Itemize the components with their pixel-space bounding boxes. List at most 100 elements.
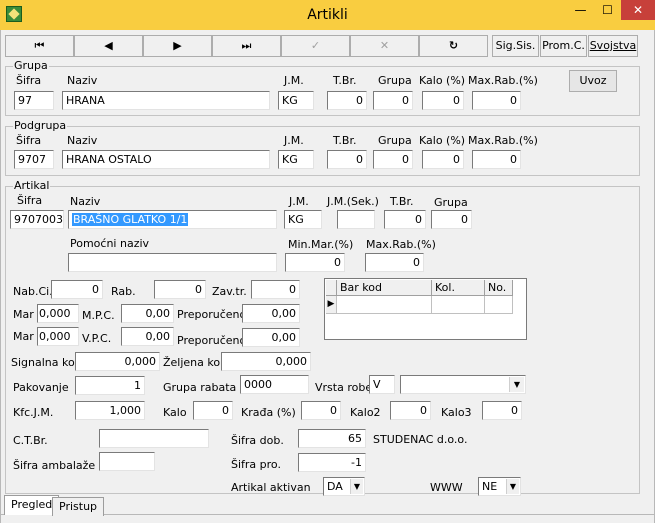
grupa-maxrab-label: Max.Rab.(%) xyxy=(468,74,538,87)
ctbr-field[interactable] xyxy=(99,429,209,448)
chevron-down-icon[interactable]: ▼ xyxy=(509,377,524,392)
grid-row-indicator: ▶ xyxy=(326,296,337,314)
tab-pristup[interactable]: Pristup xyxy=(52,497,105,516)
krada-field[interactable]: 0 xyxy=(301,401,341,420)
vrsta-robe-dropdown[interactable]: ▼ xyxy=(400,375,526,394)
maximize-button[interactable]: ☐ xyxy=(594,0,621,20)
kalo-field[interactable]: 0 xyxy=(193,401,233,420)
pomocni-naziv-field[interactable] xyxy=(68,253,277,272)
barcode-grid[interactable]: Bar kod Kol. No. ▶ xyxy=(324,278,527,340)
chevron-down-icon[interactable]: ▼ xyxy=(350,479,363,494)
confirm-button[interactable]: ✓ xyxy=(281,35,350,57)
svojstva-button[interactable]: Svojstva xyxy=(588,35,638,57)
artikal-jm-field[interactable]: KG xyxy=(284,210,322,229)
nab-ci-field[interactable]: 0 xyxy=(51,280,103,299)
zav-tr-field[interactable]: 0 xyxy=(251,280,300,299)
podgrupa-kalo-label: Kalo (%) xyxy=(419,134,466,147)
last-icon: ⏭ xyxy=(241,39,252,52)
grid-cell-no[interactable] xyxy=(485,296,513,314)
first-record-button[interactable]: ⏮ xyxy=(5,35,74,57)
grid-header-bar-kod[interactable]: Bar kod xyxy=(337,280,432,296)
vrsta-robe-label: Vrsta robe xyxy=(315,381,373,394)
grid-cell-bar-kod[interactable] xyxy=(337,296,432,314)
preporuceno2-field[interactable]: 0,00 xyxy=(242,328,300,347)
podgrupa-sifra-label: Šifra xyxy=(16,134,42,147)
kalo3-field[interactable]: 0 xyxy=(482,401,522,420)
previous-record-button[interactable]: ◀ xyxy=(74,35,143,57)
artikal-jm-label: J.M. xyxy=(289,195,309,208)
podgrupa-tbr-label: T.Br. xyxy=(333,134,357,147)
sifra-ambalaze-label: Šifra ambalaže xyxy=(13,459,96,472)
grupa-maxrab-field[interactable]: 0 xyxy=(472,91,521,110)
mar2-field[interactable]: 0,000 xyxy=(37,327,79,346)
first-icon: ⏮ xyxy=(34,39,45,52)
preporuceno1-field[interactable]: 0,00 xyxy=(242,304,300,323)
rab-field[interactable]: 0 xyxy=(154,280,206,299)
zeljena-kol-field[interactable]: 0,000 xyxy=(221,352,311,371)
artikal-tbr-field[interactable]: 0 xyxy=(384,210,426,229)
cancel-button[interactable]: ✕ xyxy=(350,35,419,57)
grupa-naziv-field[interactable]: HRANA xyxy=(62,91,270,110)
kalo2-label: Kalo2 xyxy=(350,406,381,419)
grupa-rabata-field[interactable]: 0000 xyxy=(240,375,309,394)
mar1-label: Mar xyxy=(13,308,34,321)
grupa-rabata-label: Grupa rabata xyxy=(163,381,237,394)
next-record-button[interactable]: ▶ xyxy=(143,35,212,57)
vrsta-robe-code-field[interactable]: V xyxy=(369,375,395,394)
grupa-sifra-field[interactable]: 97 xyxy=(14,91,54,110)
close-button[interactable]: ✕ xyxy=(621,0,655,20)
artikal-jm-sek-label: J.M.(Sek.) xyxy=(327,195,379,208)
zav-tr-label: Zav.tr. xyxy=(212,285,247,298)
minimize-button[interactable]: — xyxy=(567,0,594,20)
refresh-button[interactable]: ↻ xyxy=(419,35,488,57)
grupa-kalo-field[interactable]: 0 xyxy=(422,91,464,110)
kfc-jm-label: Kfc.J.M. xyxy=(13,406,54,419)
sifra-ambalaze-field[interactable] xyxy=(99,452,155,471)
sig-sis-button[interactable]: Sig.Sis. xyxy=(492,35,539,57)
grupa-tbr-field[interactable]: 0 xyxy=(327,91,367,110)
signalna-kol-field[interactable]: 0,000 xyxy=(75,352,160,371)
kalo2-field[interactable]: 0 xyxy=(390,401,431,420)
artikal-jm-sek-field[interactable] xyxy=(337,210,375,229)
mpc-field[interactable]: 0,00 xyxy=(121,304,174,323)
grid-cell-kol[interactable] xyxy=(432,296,485,314)
grupa-sifra-label: Šifra xyxy=(16,74,42,87)
grid-header-kol[interactable]: Kol. xyxy=(432,280,485,296)
mar1-field[interactable]: 0,000 xyxy=(37,304,79,323)
sifra-pro-label: Šifra pro. xyxy=(231,458,281,471)
tab-pregled[interactable]: Pregled xyxy=(4,495,60,515)
grid-header-no[interactable]: No. xyxy=(485,280,513,296)
vpc-field[interactable]: 0,00 xyxy=(121,327,174,346)
grupa-grupa-field[interactable]: 0 xyxy=(373,91,413,110)
artikal-naziv-field[interactable]: BRAŠNO GLATKO 1/1 xyxy=(68,210,277,229)
zeljena-kol-label: Željena kol. xyxy=(163,356,227,369)
last-record-button[interactable]: ⏭ xyxy=(212,35,281,57)
chevron-down-icon[interactable]: ▼ xyxy=(506,479,519,494)
cancel-icon: ✕ xyxy=(379,39,390,52)
artikal-aktivan-dropdown[interactable]: DA ▼ xyxy=(323,477,365,496)
sifra-pro-field[interactable]: -1 xyxy=(298,453,366,472)
kalo3-label: Kalo3 xyxy=(441,406,472,419)
kfc-jm-field[interactable]: 1,000 xyxy=(75,401,145,420)
grupa-jm-field[interactable]: KG xyxy=(278,91,314,110)
window-title: Artikli xyxy=(307,7,348,23)
podgrupa-title: Podgrupa xyxy=(13,119,68,132)
podgrupa-sifra-field[interactable]: 9707 xyxy=(14,150,54,169)
min-mar-field[interactable]: 0 xyxy=(285,253,345,272)
pakovanje-field[interactable]: 1 xyxy=(75,376,145,395)
artikal-sifra-field[interactable]: 9707003 xyxy=(10,210,64,229)
podgrupa-tbr-field[interactable]: 0 xyxy=(327,150,367,169)
www-dropdown[interactable]: NE ▼ xyxy=(478,477,521,496)
mar2-label: Mar xyxy=(13,330,34,343)
podgrupa-grupa-field[interactable]: 0 xyxy=(373,150,413,169)
podgrupa-kalo-field[interactable]: 0 xyxy=(422,150,464,169)
max-rab-field[interactable]: 0 xyxy=(365,253,424,272)
artikal-grupa-field[interactable]: 0 xyxy=(431,210,472,229)
podgrupa-naziv-field[interactable]: HRANA OSTALO xyxy=(62,150,270,169)
sifra-dob-field[interactable]: 65 xyxy=(298,429,366,448)
uvoz-button[interactable]: Uvoz xyxy=(569,70,617,92)
podgrupa-maxrab-field[interactable]: 0 xyxy=(472,150,521,169)
podgrupa-jm-field[interactable]: KG xyxy=(278,150,314,169)
mpc-label: M.P.C. xyxy=(82,309,115,322)
prom-c-button[interactable]: Prom.C. xyxy=(540,35,587,57)
